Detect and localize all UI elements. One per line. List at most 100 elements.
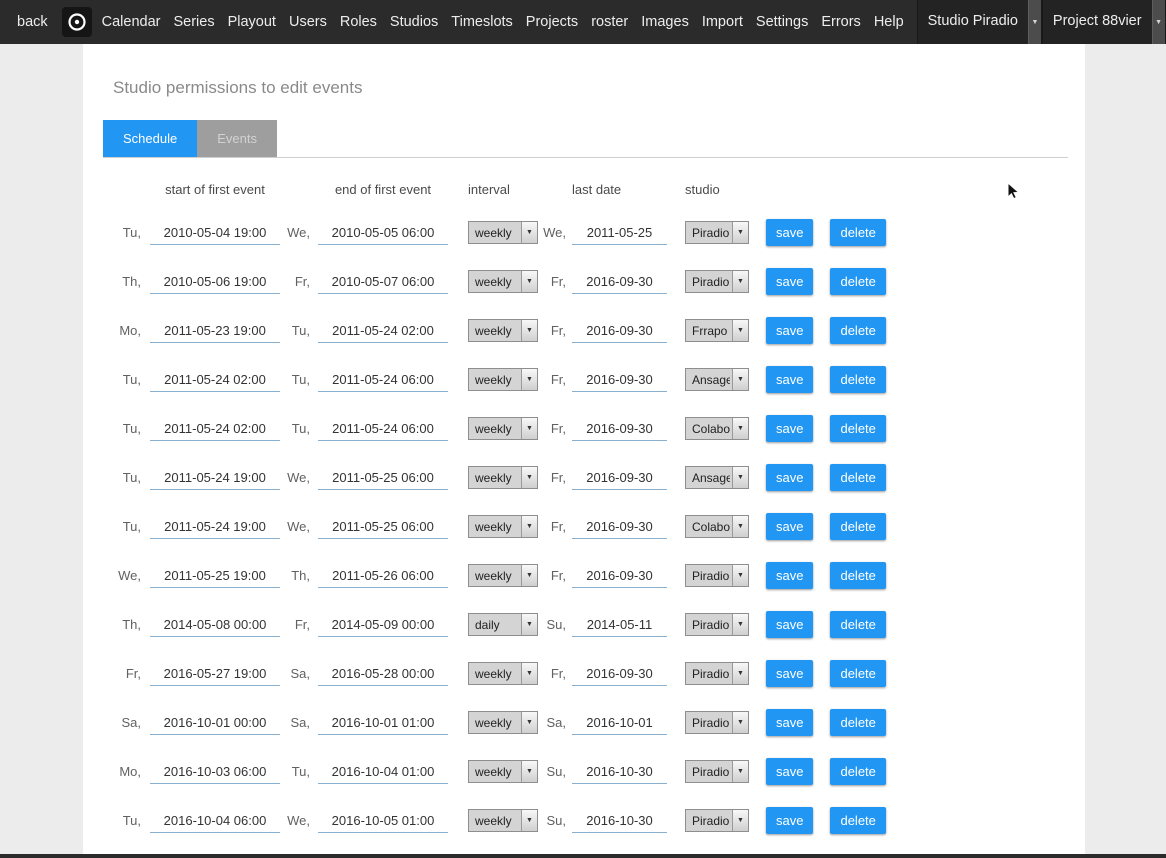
- delete-button[interactable]: delete: [830, 807, 885, 834]
- row-studio-select[interactable]: Ansage: [685, 466, 749, 489]
- row-studio-select[interactable]: Frrapo: [685, 319, 749, 342]
- interval-select[interactable]: weekly: [468, 466, 538, 489]
- save-button[interactable]: save: [766, 268, 813, 295]
- interval-select[interactable]: weekly: [468, 417, 538, 440]
- start-datetime-input[interactable]: [150, 564, 280, 588]
- last-date-input[interactable]: [572, 270, 667, 294]
- end-datetime-input[interactable]: [318, 662, 448, 686]
- interval-select[interactable]: weekly: [468, 319, 538, 342]
- last-date-input[interactable]: [572, 760, 667, 784]
- start-datetime-input[interactable]: [150, 809, 280, 833]
- end-datetime-input[interactable]: [318, 613, 448, 637]
- interval-select[interactable]: daily: [468, 613, 538, 636]
- interval-select[interactable]: weekly: [468, 270, 538, 293]
- last-date-input[interactable]: [572, 515, 667, 539]
- delete-button[interactable]: delete: [830, 268, 885, 295]
- last-date-input[interactable]: [572, 221, 667, 245]
- interval-select[interactable]: weekly: [468, 564, 538, 587]
- back-link[interactable]: back: [17, 14, 48, 30]
- save-button[interactable]: save: [766, 366, 813, 393]
- delete-button[interactable]: delete: [830, 219, 885, 246]
- delete-button[interactable]: delete: [830, 562, 885, 589]
- save-button[interactable]: save: [766, 513, 813, 540]
- start-datetime-input[interactable]: [150, 319, 280, 343]
- interval-select[interactable]: weekly: [468, 711, 538, 734]
- row-studio-select[interactable]: Ansage: [685, 368, 749, 391]
- row-studio-select[interactable]: Colabo: [685, 417, 749, 440]
- nav-item-settings[interactable]: Settings: [756, 14, 808, 30]
- last-date-input[interactable]: [572, 466, 667, 490]
- row-studio-select[interactable]: Piradio: [685, 221, 749, 244]
- row-studio-select[interactable]: Piradio: [685, 613, 749, 636]
- last-date-input[interactable]: [572, 662, 667, 686]
- project-select[interactable]: Project 88vier ▼: [1042, 0, 1166, 44]
- start-datetime-input[interactable]: [150, 515, 280, 539]
- save-button[interactable]: save: [766, 807, 813, 834]
- delete-button[interactable]: delete: [830, 415, 885, 442]
- end-datetime-input[interactable]: [318, 809, 448, 833]
- nav-item-playout[interactable]: Playout: [228, 14, 276, 30]
- nav-item-roster[interactable]: roster: [591, 14, 628, 30]
- row-studio-select[interactable]: Piradio: [685, 564, 749, 587]
- save-button[interactable]: save: [766, 219, 813, 246]
- nav-item-timeslots[interactable]: Timeslots: [451, 14, 513, 30]
- row-studio-select[interactable]: Colabo: [685, 515, 749, 538]
- start-datetime-input[interactable]: [150, 711, 280, 735]
- save-button[interactable]: save: [766, 317, 813, 344]
- save-button[interactable]: save: [766, 562, 813, 589]
- end-datetime-input[interactable]: [318, 270, 448, 294]
- last-date-input[interactable]: [572, 711, 667, 735]
- studio-select[interactable]: Studio Piradio ▼: [917, 0, 1042, 44]
- delete-button[interactable]: delete: [830, 758, 885, 785]
- end-datetime-input[interactable]: [318, 466, 448, 490]
- row-studio-select[interactable]: Piradio: [685, 662, 749, 685]
- nav-item-images[interactable]: Images: [641, 14, 689, 30]
- row-studio-select[interactable]: Piradio: [685, 809, 749, 832]
- nav-item-help[interactable]: Help: [874, 14, 904, 30]
- save-button[interactable]: save: [766, 758, 813, 785]
- start-datetime-input[interactable]: [150, 760, 280, 784]
- end-datetime-input[interactable]: [318, 711, 448, 735]
- nav-item-series[interactable]: Series: [173, 14, 214, 30]
- last-date-input[interactable]: [572, 319, 667, 343]
- interval-select[interactable]: weekly: [468, 809, 538, 832]
- nav-item-studios[interactable]: Studios: [390, 14, 438, 30]
- row-studio-select[interactable]: Piradio: [685, 711, 749, 734]
- end-datetime-input[interactable]: [318, 368, 448, 392]
- nav-item-users[interactable]: Users: [289, 14, 327, 30]
- end-datetime-input[interactable]: [318, 417, 448, 441]
- end-datetime-input[interactable]: [318, 760, 448, 784]
- last-date-input[interactable]: [572, 368, 667, 392]
- delete-button[interactable]: delete: [830, 317, 885, 344]
- delete-button[interactable]: delete: [830, 660, 885, 687]
- last-date-input[interactable]: [572, 564, 667, 588]
- nav-item-projects[interactable]: Projects: [526, 14, 578, 30]
- save-button[interactable]: save: [766, 415, 813, 442]
- start-datetime-input[interactable]: [150, 613, 280, 637]
- nav-item-import[interactable]: Import: [702, 14, 743, 30]
- end-datetime-input[interactable]: [318, 221, 448, 245]
- save-button[interactable]: save: [766, 611, 813, 638]
- tab-events[interactable]: Events: [197, 120, 277, 157]
- nav-item-calendar[interactable]: Calendar: [102, 14, 161, 30]
- row-studio-select[interactable]: Piradio: [685, 270, 749, 293]
- tab-schedule[interactable]: Schedule: [103, 120, 197, 157]
- delete-button[interactable]: delete: [830, 709, 885, 736]
- interval-select[interactable]: weekly: [468, 221, 538, 244]
- row-studio-select[interactable]: Piradio: [685, 760, 749, 783]
- delete-button[interactable]: delete: [830, 611, 885, 638]
- end-datetime-input[interactable]: [318, 515, 448, 539]
- last-date-input[interactable]: [572, 613, 667, 637]
- start-datetime-input[interactable]: [150, 662, 280, 686]
- interval-select[interactable]: weekly: [468, 515, 538, 538]
- start-datetime-input[interactable]: [150, 368, 280, 392]
- nav-item-roles[interactable]: Roles: [340, 14, 377, 30]
- start-datetime-input[interactable]: [150, 417, 280, 441]
- start-datetime-input[interactable]: [150, 466, 280, 490]
- start-datetime-input[interactable]: [150, 270, 280, 294]
- last-date-input[interactable]: [572, 417, 667, 441]
- save-button[interactable]: save: [766, 464, 813, 491]
- delete-button[interactable]: delete: [830, 513, 885, 540]
- save-button[interactable]: save: [766, 660, 813, 687]
- delete-button[interactable]: delete: [830, 366, 885, 393]
